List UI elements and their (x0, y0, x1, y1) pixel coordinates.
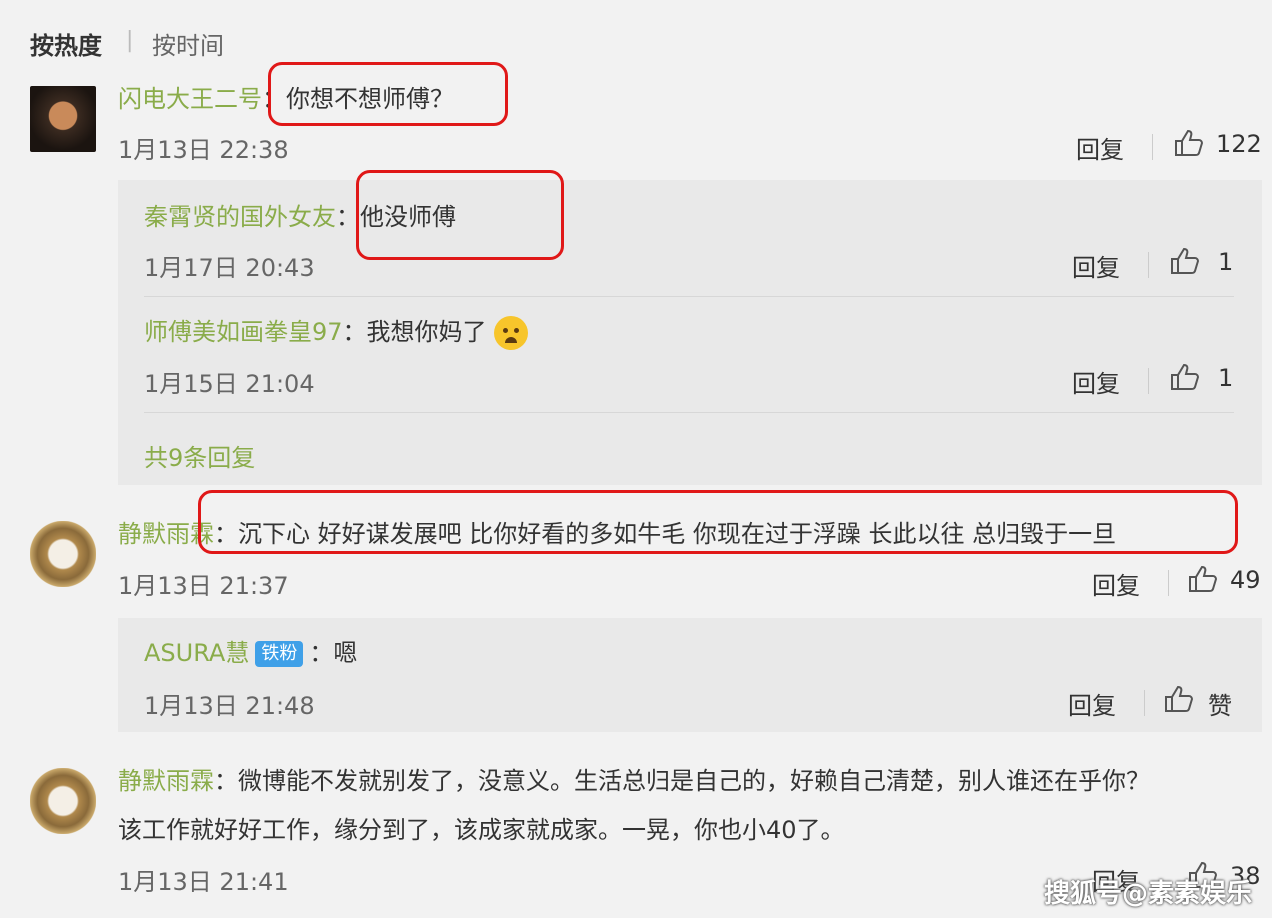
reply-time: 1月15日 21:04 (144, 370, 315, 398)
thumbs-up-icon[interactable] (1170, 363, 1200, 391)
reply-time: 1月17日 20:43 (144, 254, 315, 282)
reply-time: 1月13日 21:48 (144, 692, 315, 720)
like-count: 122 (1216, 130, 1262, 158)
action-divider (1168, 570, 1169, 596)
avatar[interactable] (30, 768, 96, 834)
comment-time: 1月13日 22:38 (118, 136, 289, 164)
thumbs-up-icon[interactable] (1164, 685, 1194, 713)
like-count: 1 (1218, 364, 1234, 392)
watermark: 搜狐号@素素娱乐 (1043, 879, 1252, 909)
reply-button[interactable]: 回复 (1076, 130, 1124, 165)
reply-text: ：嗯 (309, 639, 358, 667)
reply-username[interactable]: 秦霄贤的国外女友 (144, 203, 336, 231)
thumbs-up-icon[interactable] (1170, 247, 1200, 275)
comment-time: 1月13日 21:41 (118, 868, 289, 896)
divider (144, 412, 1234, 413)
action-divider (1144, 690, 1145, 716)
action-divider (1148, 252, 1149, 278)
reply-button[interactable]: 回复 (1068, 686, 1116, 721)
action-divider (1148, 368, 1149, 394)
highlight-circle (356, 170, 564, 260)
sort-by-hot-tab[interactable]: 按热度 (30, 26, 102, 61)
view-all-replies-link[interactable]: 共9条回复 (144, 438, 255, 473)
highlight-circle (198, 490, 1238, 554)
reply-button[interactable]: 回复 (1072, 248, 1120, 283)
sort-separator: | (126, 28, 134, 53)
crying-emoji-icon (494, 316, 529, 350)
like-count: 49 (1230, 566, 1261, 594)
reply-button[interactable]: 回复 (1092, 566, 1140, 601)
reply-username[interactable]: 师傅美如画拳皇97 (144, 318, 343, 346)
sort-by-time-tab[interactable]: 按时间 (152, 26, 224, 61)
comment-username[interactable]: 闪电大王二号 (118, 85, 262, 113)
highlight-circle (268, 62, 508, 126)
thumbs-up-icon[interactable] (1174, 129, 1204, 157)
reply-username[interactable]: ASURA慧 (144, 639, 249, 667)
fan-badge: 铁粉 (255, 641, 304, 667)
like-label: 赞 (1208, 692, 1232, 720)
thumbs-up-icon[interactable] (1188, 565, 1218, 593)
comment-time: 1月13日 21:37 (118, 572, 289, 600)
reply-3-line: ASURA慧 铁粉 ：嗯 (144, 636, 357, 670)
avatar[interactable] (30, 86, 96, 152)
comment-text: ：微博能不发就别发了，没意义。生活总归是自己的，好赖自己清楚，别人谁还在乎你？ (214, 767, 1150, 795)
divider (144, 296, 1234, 297)
avatar[interactable] (30, 521, 96, 587)
comment-3-line: 静默雨霖：微博能不发就别发了，没意义。生活总归是自己的，好赖自己清楚，别人谁还在… (118, 764, 1150, 798)
action-divider (1152, 134, 1153, 160)
like-count: 1 (1218, 248, 1234, 276)
reply-2-line: 师傅美如画拳皇97：我想你妈了 (144, 315, 529, 350)
comment-username[interactable]: 静默雨霖 (118, 767, 214, 795)
reply-text: ：我想你妈了 (342, 318, 487, 346)
reply-button[interactable]: 回复 (1072, 364, 1120, 399)
comment-text-continued: 该工作就好好工作，缘分到了，该成家就成家。一晃，你也小40了。 (118, 816, 845, 844)
